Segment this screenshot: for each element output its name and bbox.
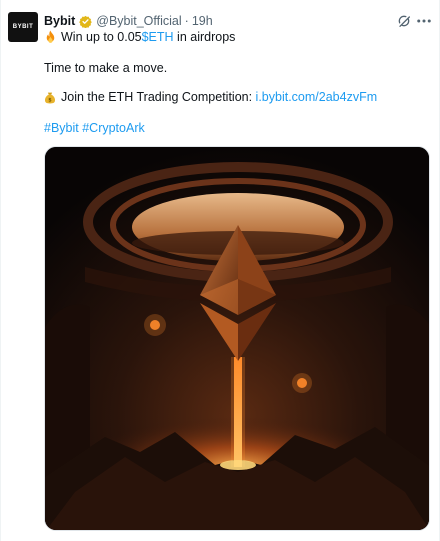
avatar-logo-text: BYBIT: [12, 24, 34, 30]
tweet-body-line2: $ Join the ETH Trading Competition: i.by…: [44, 90, 377, 104]
more-icon[interactable]: [415, 13, 433, 29]
tweet-card[interactable]: BYBIT Bybit @Bybit_Official · 19h Win up…: [0, 0, 440, 541]
tweet-body-line1: Time to make a move.: [44, 61, 168, 75]
fire-emoji-icon: [46, 30, 55, 43]
author-name[interactable]: Bybit: [44, 14, 75, 28]
tweet-subtitle: Win up to 0.05 $ETH in airdrops: [44, 30, 235, 44]
grok-icon[interactable]: [396, 13, 412, 29]
tweet-timestamp[interactable]: 19h: [192, 14, 213, 28]
eth-cashtag-link[interactable]: $ETH: [142, 30, 174, 44]
tweet-media-image[interactable]: [44, 146, 430, 531]
tweet-header: Bybit @Bybit_Official · 19h: [44, 13, 213, 29]
author-handle[interactable]: @Bybit_Official: [96, 14, 181, 28]
subtitle-prefix: Win up to 0.05: [61, 30, 142, 44]
verified-badge-icon: [79, 15, 93, 28]
separator-dot: ·: [184, 14, 189, 28]
competition-text: Join the ETH Trading Competition:: [61, 90, 256, 104]
eth-artwork: [45, 147, 429, 530]
subtitle-suffix: in airdrops: [173, 30, 236, 44]
hashtags-link[interactable]: #Bybit #CryptoArk: [44, 121, 145, 135]
competition-link[interactable]: i.bybit.com/2ab4zvFm: [256, 90, 378, 104]
avatar[interactable]: BYBIT: [8, 12, 38, 42]
money-bag-emoji-icon: $: [44, 92, 56, 103]
